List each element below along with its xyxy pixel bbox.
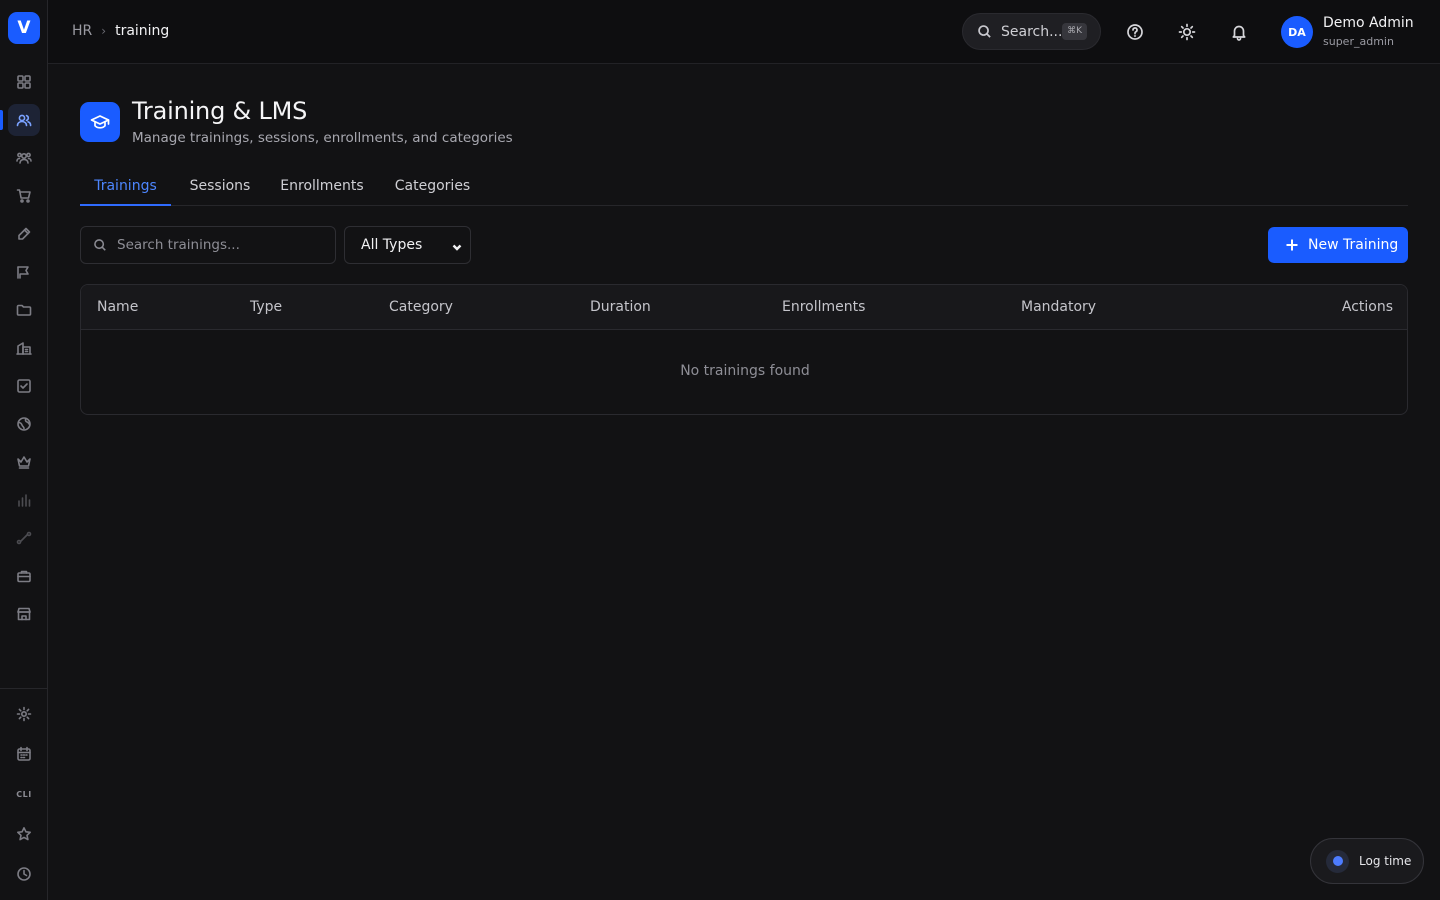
type-filter-value: All Types (361, 237, 423, 253)
search-shortcut-badge: ⌘K (1062, 23, 1087, 40)
sidebar-item-premium[interactable] (8, 446, 40, 478)
tab-bar: Trainings Sessions Enrollments Categorie… (80, 168, 1408, 206)
route-icon (16, 531, 32, 545)
trainings-search-input[interactable] (117, 237, 317, 253)
search-icon (978, 25, 991, 38)
sidebar-item-analytics[interactable] (8, 484, 40, 516)
star-icon (17, 827, 31, 841)
graduation-cap-icon (90, 115, 110, 129)
sidebar-item-settings[interactable] (8, 698, 40, 730)
column-header-type: Type (250, 299, 283, 315)
bell-icon (1232, 25, 1246, 41)
app-logo[interactable]: V (8, 12, 40, 44)
notifications-button[interactable] (1223, 16, 1255, 48)
global-search-label: Search... (1001, 23, 1063, 40)
column-header-duration: Duration (590, 299, 651, 315)
sidebar-item-commerce[interactable] (8, 180, 40, 212)
trainings-search (80, 226, 336, 264)
main-content: Training & LMS Manage trainings, session… (48, 64, 1440, 900)
sidebar-item-marketing[interactable] (8, 256, 40, 288)
sidebar-item-content[interactable] (8, 218, 40, 250)
cart-icon (16, 189, 31, 203)
sidebar-divider (0, 688, 48, 689)
checkbox-icon (17, 379, 31, 393)
folder-icon (16, 304, 32, 316)
crown-icon (17, 456, 31, 469)
breadcrumb-current: training (115, 23, 170, 39)
building-icon (16, 342, 32, 355)
dashboard-icon (17, 75, 31, 89)
sidebar-item-organization[interactable] (8, 332, 40, 364)
store-icon (17, 607, 31, 621)
user-role: super_admin (1323, 35, 1394, 48)
sidebar-item-favorites[interactable] (8, 818, 40, 850)
sidebar-item-jobs[interactable] (8, 560, 40, 592)
help-button[interactable] (1119, 16, 1151, 48)
settings-icon (16, 706, 32, 722)
column-header-actions: Actions (1341, 299, 1393, 315)
sidebar-item-tasks[interactable] (8, 370, 40, 402)
trainings-table: Name Type Category Duration Enrollments … (80, 284, 1408, 415)
sidebar-item-cli[interactable]: CLI (8, 778, 40, 810)
sidebar-item-store[interactable] (8, 598, 40, 630)
users-icon (16, 114, 32, 127)
chevron-down-icon (452, 240, 462, 251)
sidebar-item-calendar[interactable] (8, 738, 40, 770)
bar-chart-icon (18, 494, 31, 507)
pen-icon (18, 227, 31, 240)
sun-icon (1178, 23, 1196, 41)
sidebar: V CLI (0, 0, 48, 900)
avatar[interactable]: DA (1281, 16, 1313, 48)
sidebar-item-hr[interactable] (8, 104, 40, 136)
calendar-icon (17, 746, 31, 761)
globe-icon (17, 417, 31, 431)
sidebar-item-routes[interactable] (8, 522, 40, 554)
search-icon (94, 239, 106, 251)
breadcrumb: HR › training (72, 23, 169, 39)
column-header-category: Category (389, 299, 453, 315)
sidebar-item-history[interactable] (8, 858, 40, 890)
table-empty-message: No trainings found (680, 363, 810, 379)
team-icon (16, 152, 32, 164)
plus-icon (1286, 239, 1298, 251)
tab-trainings[interactable]: Trainings (80, 168, 171, 206)
table-header: Name Type Category Duration Enrollments … (81, 285, 1407, 330)
clock-icon (17, 867, 31, 881)
sidebar-item-files[interactable] (8, 294, 40, 326)
sidebar-item-dashboard[interactable] (8, 66, 40, 98)
page-title-icon (80, 102, 120, 142)
column-header-mandatory: Mandatory (1021, 299, 1097, 315)
theme-toggle-button[interactable] (1171, 16, 1203, 48)
page-subtitle: Manage trainings, sessions, enrollments,… (132, 130, 513, 146)
page-title: Training & LMS (132, 97, 308, 125)
help-icon (1127, 24, 1143, 40)
new-training-label: New Training (1308, 237, 1399, 253)
column-header-enrollments: Enrollments (782, 299, 866, 315)
tab-categories[interactable]: Categories (381, 168, 484, 206)
log-time-label: Log time (1359, 854, 1412, 868)
type-filter-select[interactable]: All Types (344, 226, 471, 264)
briefcase-icon (17, 570, 31, 583)
chevron-right-icon: › (101, 24, 107, 38)
sidebar-item-teams[interactable] (8, 142, 40, 174)
log-time-button[interactable]: Log time (1310, 838, 1424, 884)
global-search-button[interactable]: Search... ⌘K (962, 13, 1101, 50)
new-training-button[interactable]: New Training (1268, 227, 1408, 263)
sidebar-item-global[interactable] (8, 408, 40, 440)
tab-sessions[interactable]: Sessions (177, 168, 263, 206)
timer-icon (1326, 849, 1349, 873)
column-header-name: Name (97, 299, 139, 315)
top-header: HR › training Search... ⌘K DA Demo Admin… (48, 0, 1440, 64)
tab-enrollments[interactable]: Enrollments (269, 168, 375, 206)
campaign-icon (17, 266, 29, 279)
breadcrumb-root[interactable]: HR (72, 23, 92, 39)
app-root: V CLI HR › training Search... ⌘K DA Demo… (0, 0, 1440, 900)
sidebar-active-indicator (0, 110, 3, 130)
user-name[interactable]: Demo Admin (1323, 15, 1414, 31)
